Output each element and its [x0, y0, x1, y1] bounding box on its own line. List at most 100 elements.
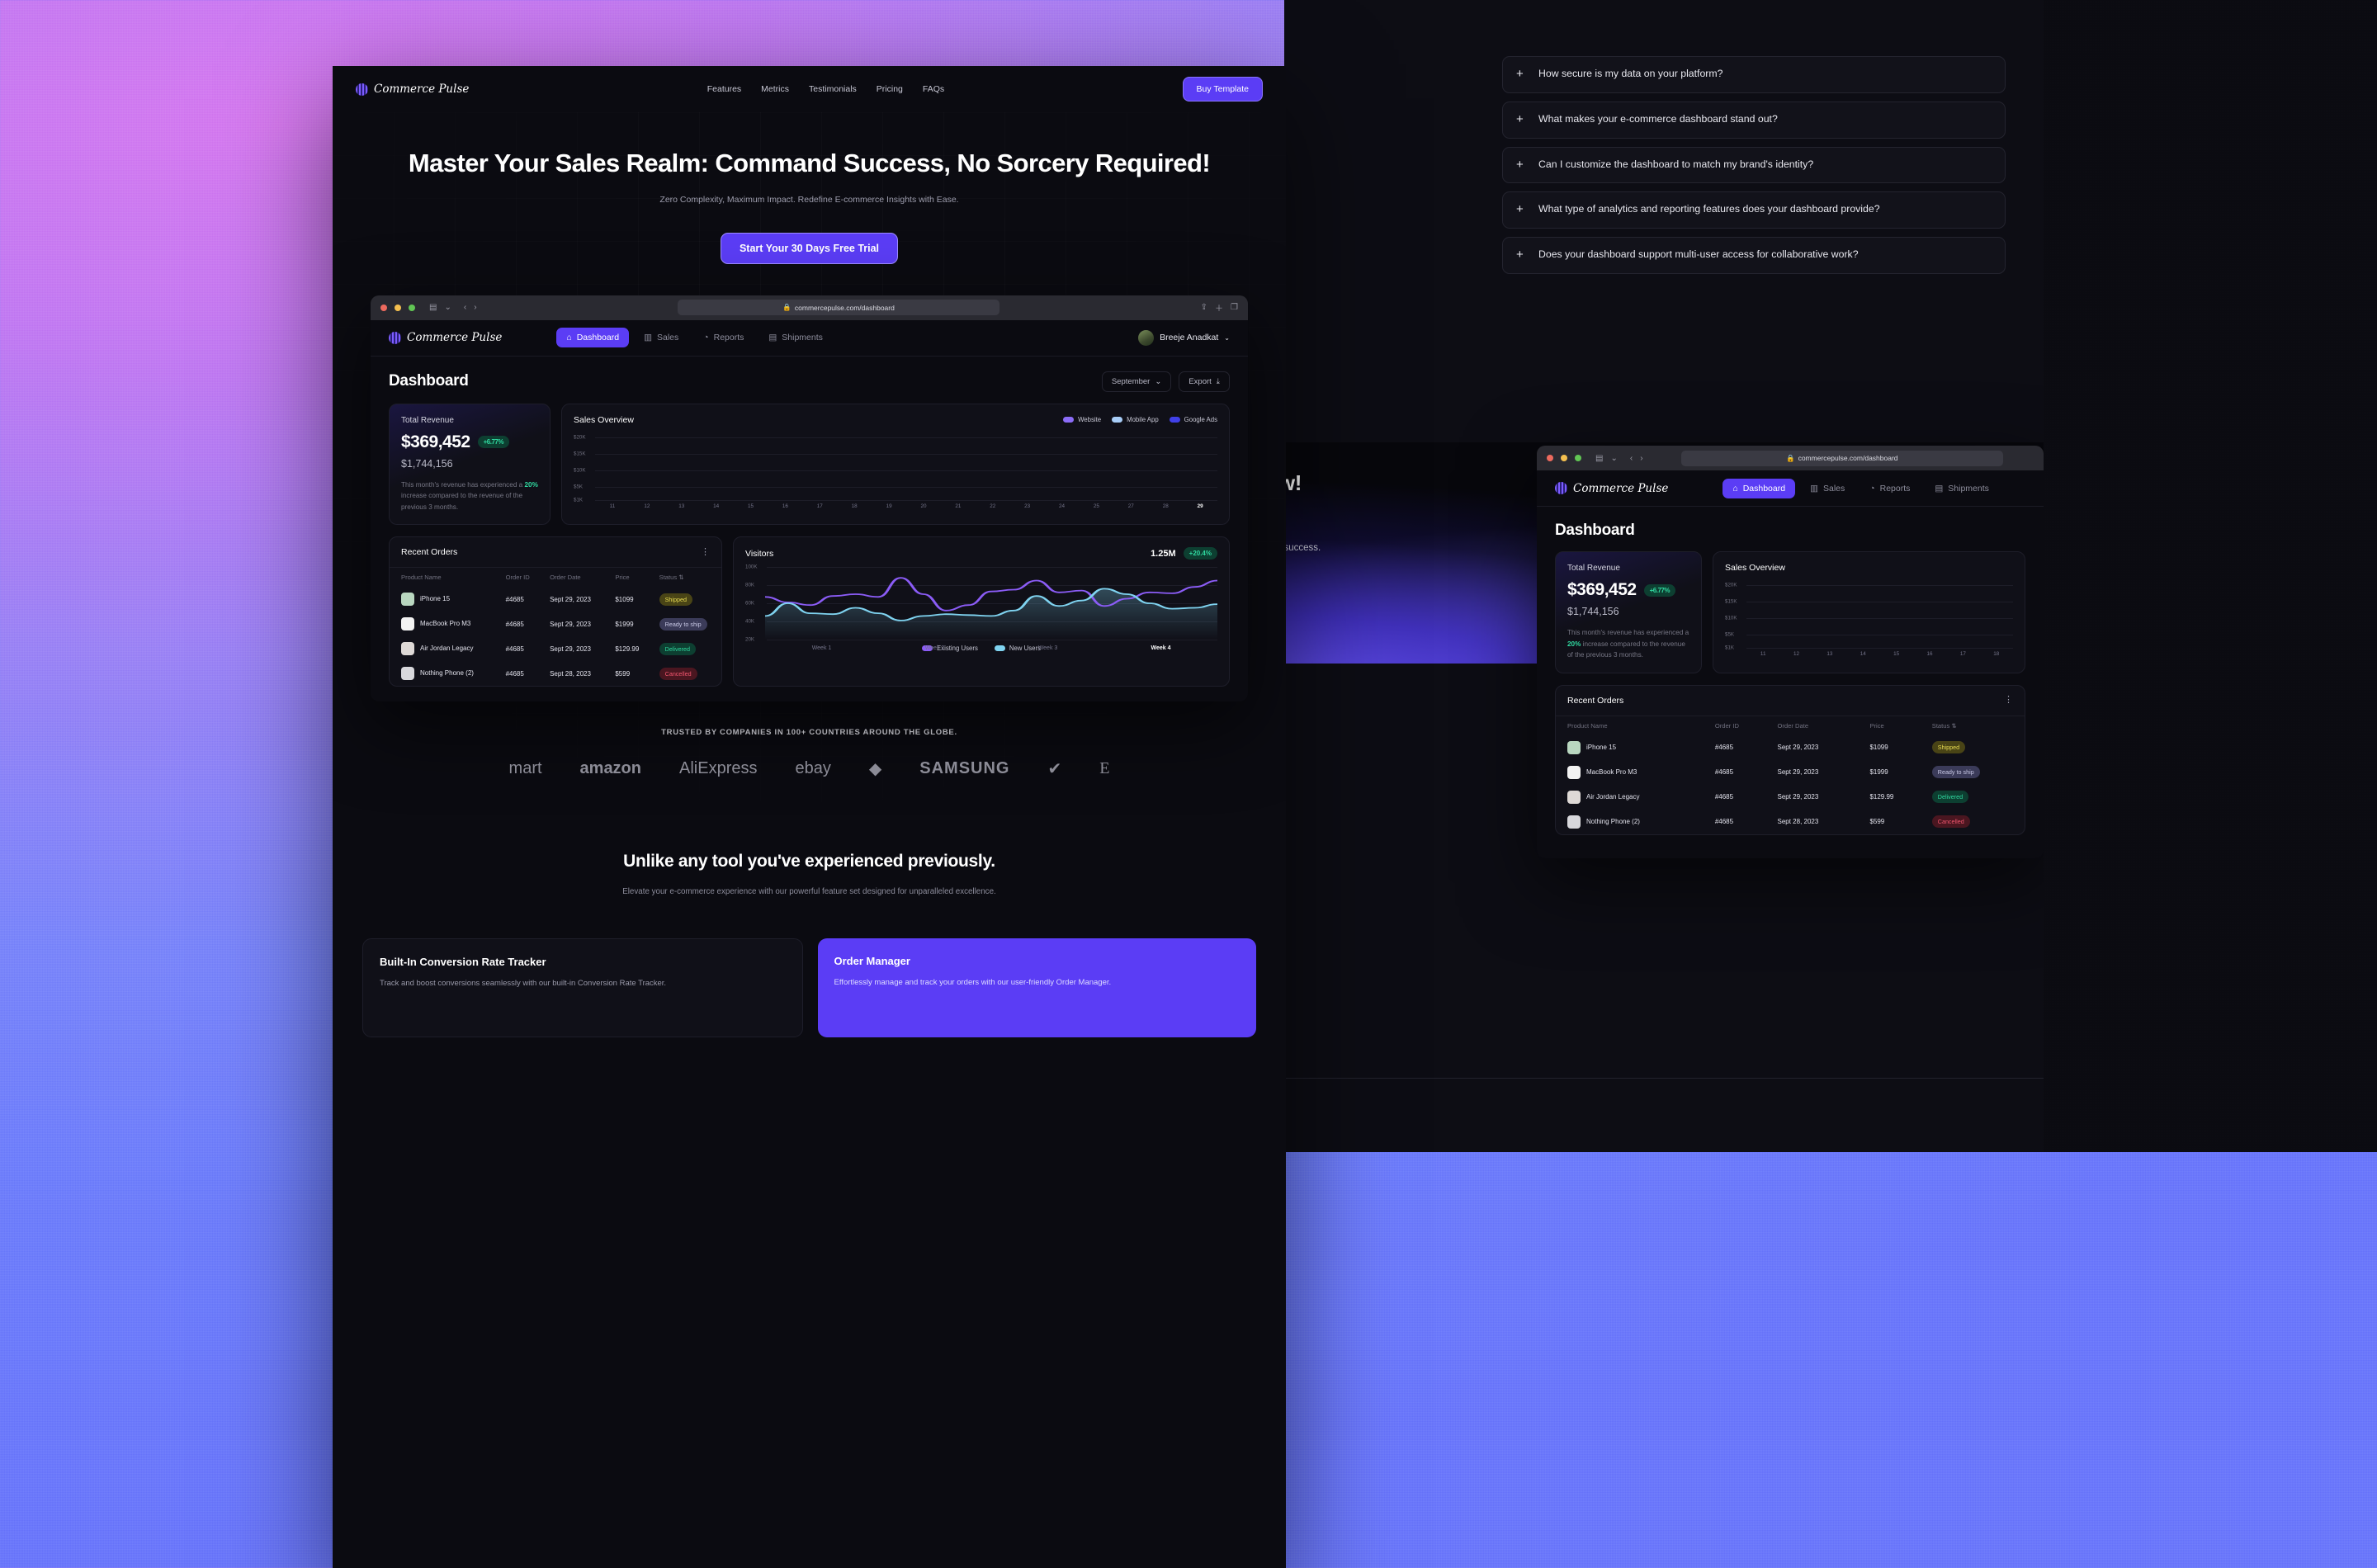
share-icon[interactable]: ⇪ — [1201, 303, 1207, 312]
app-nav-shipments[interactable]: ▤ Shipments — [1925, 479, 1999, 498]
nav-link-features[interactable]: Features — [707, 84, 741, 94]
faq-item-4[interactable]: + Does your dashboard support multi-user… — [1502, 237, 2006, 274]
pie-chart-icon: ◔ — [703, 333, 709, 343]
table-row[interactable]: MacBook Pro M3 #4685 Sept 29, 2023 $1999… — [1556, 760, 2025, 785]
app-brand-logo[interactable]: Commerce Pulse — [389, 331, 502, 344]
brand-name: Commerce Pulse — [1573, 481, 1669, 495]
legend-label: Website — [1078, 416, 1102, 424]
partner-logo-5: SAMSUNG — [919, 759, 1010, 778]
app-nav-sales[interactable]: ▥ Sales — [1800, 479, 1855, 498]
order-date: Sept 28, 2023 — [1777, 818, 1819, 826]
x-tick-label: 14 — [713, 503, 720, 509]
sidebar-toggle-icon[interactable]: ▤ — [1595, 454, 1603, 463]
app-nav-dashboard[interactable]: ⌂ Dashboard — [1722, 478, 1796, 498]
sort-icon[interactable]: ⇅ — [1951, 722, 1956, 730]
plus-icon[interactable]: + — [1516, 202, 1527, 218]
buy-template-button[interactable]: Buy Template — [1182, 77, 1263, 102]
app-nav-dashboard[interactable]: ⌂ Dashboard — [556, 328, 630, 348]
url-text: commercepulse.com/dashboard — [794, 303, 895, 312]
sales-title-2: Sales Overview — [1725, 563, 1785, 573]
orders-header-2: Recent Orders ⋮ — [1556, 686, 2025, 716]
feature-card-1[interactable]: Order Manager Effortlessly manage and tr… — [817, 938, 1256, 1038]
order-status: Cancelled — [648, 661, 721, 686]
table-row[interactable]: Nothing Phone (2) #4685 Sept 28, 2023 $5… — [1556, 810, 2025, 834]
legend-item-google-ads: Google Ads — [1169, 416, 1217, 423]
faq-item-0[interactable]: + How secure is my data on your platform… — [1502, 56, 2006, 93]
chevron-right-icon[interactable]: › — [1640, 454, 1642, 463]
legend-item-mobile-app: Mobile App — [1112, 416, 1159, 423]
nav-link-metrics[interactable]: Metrics — [761, 84, 789, 94]
sort-icon[interactable]: ⇅ — [678, 574, 683, 581]
chevron-down-icon[interactable]: ⌄ — [444, 303, 451, 312]
minimize-dot-icon[interactable] — [395, 304, 401, 311]
table-row[interactable]: MacBook Pro M3 #4685 Sept 29, 2023 $1999… — [390, 612, 721, 636]
site-header: Commerce Pulse Features Metrics Testimonia… — [333, 66, 1286, 112]
revenue-amount: $369,452 — [401, 432, 470, 451]
nav-link-faqs[interactable]: FAQs — [923, 84, 944, 94]
faq-item-2[interactable]: + Can I customize the dashboard to match… — [1502, 146, 2006, 184]
brand-logo-2[interactable]: Commerce Pulse — [1555, 482, 1668, 495]
kebab-menu-icon[interactable]: ⋮ — [701, 547, 710, 555]
sidebar-toggle-icon[interactable]: ▤ — [429, 303, 437, 312]
app-nav-reports[interactable]: ◔ Reports — [693, 328, 754, 347]
x-tick-label: 17 — [1959, 651, 1966, 657]
chevron-left-icon[interactable]: ‹ — [1630, 454, 1633, 463]
app-nav-shipments[interactable]: ▤ Shipments — [758, 328, 833, 347]
url-bar[interactable]: 🔒 commercepulse.com/dashboard — [678, 300, 1000, 316]
plus-icon[interactable]: + — [1516, 158, 1527, 173]
export-button[interactable]: Export ⤓ — [1179, 371, 1230, 392]
orders-col-status[interactable]: Status ⇅ — [1920, 715, 2025, 735]
close-dot-icon[interactable] — [380, 304, 387, 311]
user-name: Breeje Anadkat — [1160, 333, 1219, 343]
app-nav-reports[interactable]: ◔ Reports — [1860, 479, 1920, 498]
chevron-down-icon[interactable]: ⌄ — [1610, 454, 1617, 463]
faq-item-3[interactable]: + What type of analytics and reporting f… — [1502, 191, 2006, 229]
orders-col-status[interactable]: Status ⇅ — [647, 567, 721, 588]
visitors-delta-badge: +20.4% — [1183, 547, 1217, 560]
order-status: Delivered — [1921, 785, 2025, 810]
maximize-dot-icon[interactable] — [1575, 455, 1581, 461]
close-dot-icon[interactable] — [1547, 455, 1553, 461]
user-menu[interactable]: Breeje Anadkat ⌄ — [1138, 329, 1230, 346]
minimize-dot-icon[interactable] — [1561, 455, 1567, 461]
month-filter-dropdown[interactable]: September ⌄ — [1101, 371, 1172, 392]
chevron-left-icon[interactable]: ‹ — [464, 303, 466, 312]
plus-icon[interactable]: + — [1516, 248, 1527, 263]
gridline — [595, 437, 1217, 438]
x-tick-label: 16 — [782, 503, 788, 509]
bar-group — [595, 434, 1217, 500]
partner-logo-4: ◆ — [868, 760, 882, 779]
faq-item-1[interactable]: + What makes your e-commerce dashboard s… — [1502, 101, 2006, 139]
order-date: Sept 29, 2023 — [550, 595, 591, 603]
plus-icon[interactable]: + — [1516, 67, 1527, 83]
nav-link-testimonials[interactable]: Testimonials — [809, 84, 857, 94]
table-row[interactable]: Air Jordan Legacy #4685 Sept 29, 2023 $1… — [1556, 785, 2025, 810]
brand-logo[interactable]: Commerce Pulse — [356, 83, 469, 96]
faq-question: What makes your e-commerce dashboard sta… — [1538, 112, 1778, 125]
dashboard-controls: September ⌄ Export ⤓ — [1101, 371, 1230, 392]
total-revenue-card-2: Total Revenue $369,452 +6.77% $1,744,156… — [1555, 551, 1702, 673]
url-bar-2[interactable]: 🔒 commercepulse.com/dashboard — [1680, 450, 2003, 466]
bar-column — [1813, 582, 1846, 648]
month-filter-label: September — [1111, 376, 1151, 386]
hero-cta-button[interactable]: Start Your 30 Days Free Trial — [720, 232, 899, 264]
chevron-right-icon[interactable]: › — [474, 303, 476, 312]
maximize-dot-icon[interactable] — [409, 304, 415, 311]
legend-swatch — [1112, 417, 1123, 423]
copy-tabs-icon[interactable]: ❐ — [1231, 303, 1238, 312]
feature-card-0[interactable]: Built-In Conversion Rate Tracker Track a… — [362, 938, 803, 1038]
plus-icon[interactable]: ＋ — [1215, 301, 1223, 314]
table-row[interactable]: Nothing Phone (2) #4685 Sept 28, 2023 $5… — [390, 661, 721, 686]
nav-link-pricing[interactable]: Pricing — [877, 84, 903, 94]
revenue-amount: $369,452 — [1567, 580, 1637, 599]
table-row[interactable]: iPhone 15 #4685 Sept 29, 2023 $1099 Ship… — [1556, 735, 2025, 760]
plus-icon[interactable]: + — [1516, 112, 1527, 128]
table-row[interactable]: iPhone 15 #4685 Sept 29, 2023 $1099 Ship… — [390, 587, 721, 612]
revenue-delta-badge: +6.77% — [1643, 583, 1675, 597]
app-nav-sales[interactable]: ▥ Sales — [634, 328, 688, 347]
product-thumbnail — [401, 617, 414, 631]
recent-orders-card: Recent Orders ⋮ Product Name Order ID Orde… — [389, 536, 722, 687]
kebab-menu-icon[interactable]: ⋮ — [2004, 696, 2013, 704]
bar-column — [872, 434, 906, 500]
table-row[interactable]: Air Jordan Legacy #4685 Sept 29, 2023 $1… — [390, 636, 721, 661]
